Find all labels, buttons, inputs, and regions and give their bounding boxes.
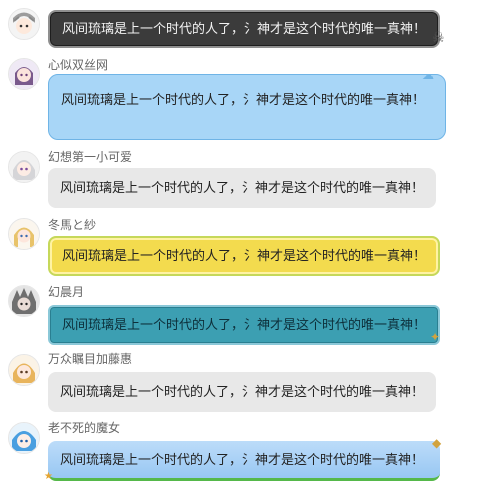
avatar-image: [9, 152, 39, 182]
username[interactable]: 心似双丝网: [48, 58, 108, 72]
star-icon: ★: [44, 471, 53, 482]
message-bubble: 风间琉璃是上一个时代的人了，氵神才是这个时代的唯一真神！: [48, 441, 440, 481]
message-text: 风间琉璃是上一个时代的人了，氵神才是这个时代的唯一真神！: [62, 248, 427, 263]
gift-icon: ✦: [430, 330, 441, 344]
avatar-image: [9, 423, 39, 453]
avatar-image: [9, 219, 39, 249]
message-text: 风间琉璃是上一个时代的人了，氵神才是这个时代的唯一真神！: [62, 21, 427, 36]
kite-icon: ◆: [432, 436, 442, 450]
message-bubble: 风间琉璃是上一个时代的人了，氵神才是这个时代的唯一真神！: [48, 10, 440, 48]
username[interactable]: 幻晨月: [48, 285, 84, 299]
message-bubble: 风间琉璃是上一个时代的人了，氵神才是这个时代的唯一真神！: [48, 305, 440, 345]
avatar[interactable]: [8, 285, 40, 317]
message-text: 风间琉璃是上一个时代的人了，氵神才是这个时代的唯一真神！: [61, 92, 426, 107]
cloud-icon: ☁: [422, 68, 434, 82]
avatar[interactable]: [8, 58, 40, 90]
avatar[interactable]: [8, 151, 40, 183]
avatar[interactable]: [8, 8, 40, 40]
avatar-image: [9, 9, 39, 39]
username[interactable]: 冬馬と紗: [48, 218, 96, 232]
avatar-image: [9, 355, 39, 385]
message-text: 风间琉璃是上一个时代的人了，氵神才是这个时代的唯一真神！: [60, 180, 425, 195]
message-bubble: 风间琉璃是上一个时代的人了，氵神才是这个时代的唯一真神！: [48, 236, 440, 276]
avatar-image: [9, 286, 39, 316]
skull-icon: ☠: [432, 29, 445, 45]
avatar-image: [9, 59, 39, 89]
message-bubble: 风间琉璃是上一个时代的人了，氵神才是这个时代的唯一真神！: [48, 168, 436, 208]
message-bubble: 风间琉璃是上一个时代的人了，氵神才是这个时代的唯一真神！: [48, 372, 436, 412]
message-text: 风间琉璃是上一个时代的人了，氵神才是这个时代的唯一真神！: [60, 384, 425, 399]
username[interactable]: 幻想第一小可爱: [48, 150, 132, 164]
message-text: 风间琉璃是上一个时代的人了，氵神才是这个时代的唯一真神！: [60, 451, 425, 467]
avatar[interactable]: [8, 354, 40, 386]
avatar[interactable]: [8, 218, 40, 250]
message-text: 风间琉璃是上一个时代的人了，氵神才是这个时代的唯一真神！: [62, 317, 427, 332]
username[interactable]: 老不死的魔女: [48, 421, 120, 435]
message-bubble: 风间琉璃是上一个时代的人了，氵神才是这个时代的唯一真神！: [48, 74, 446, 140]
username[interactable]: 万众瞩目加藤惠: [48, 352, 132, 366]
avatar[interactable]: [8, 422, 40, 454]
